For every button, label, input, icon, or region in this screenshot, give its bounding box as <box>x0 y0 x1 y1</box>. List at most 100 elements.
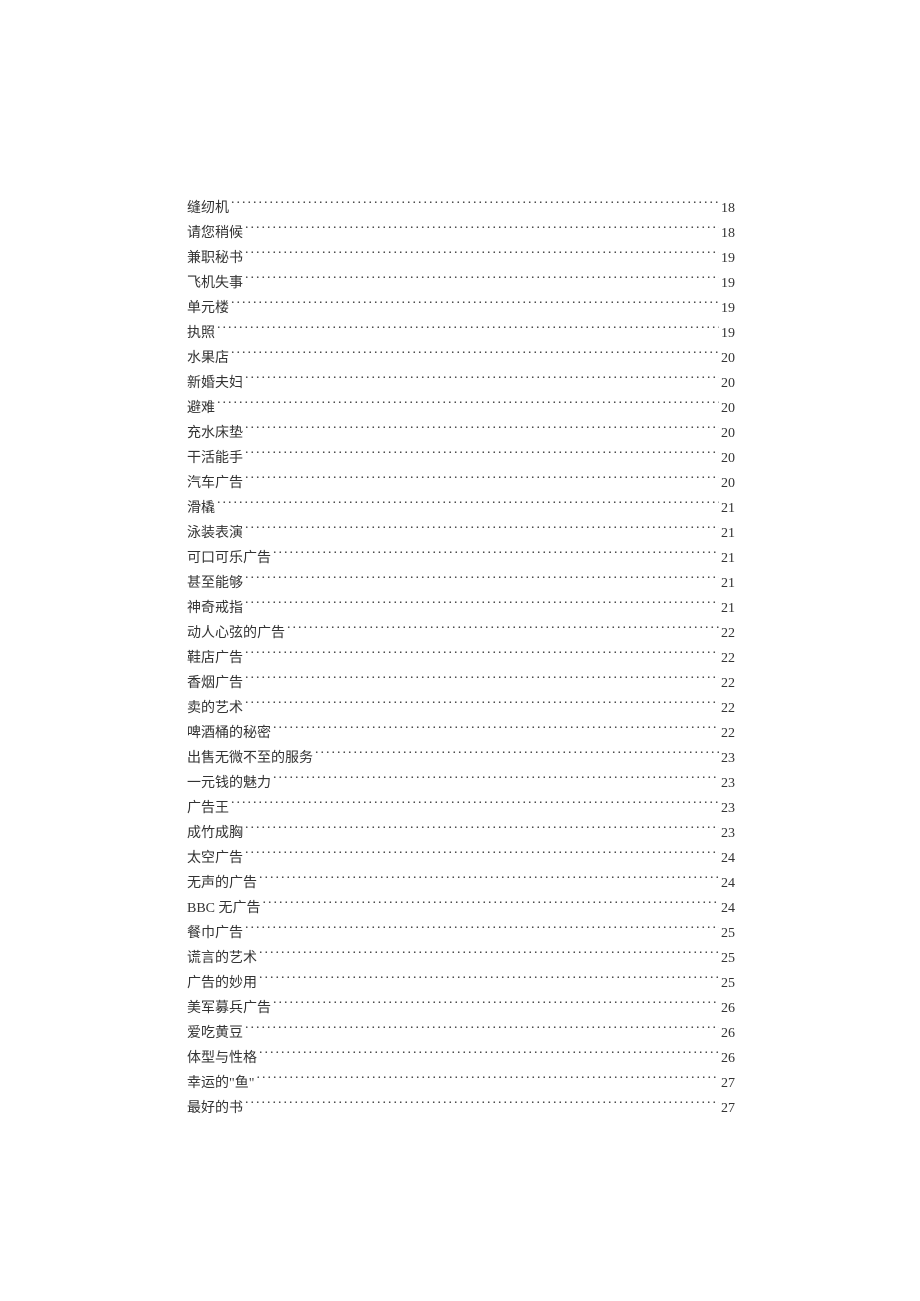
toc-entry: 广告的妙用 25 <box>187 971 735 996</box>
toc-leader-dots <box>245 423 719 437</box>
toc-entry-title: 可口可乐广告 <box>187 546 271 571</box>
toc-leader-dots <box>256 1073 719 1087</box>
toc-entry-page: 25 <box>721 971 735 996</box>
toc-entry-title: 单元楼 <box>187 296 229 321</box>
toc-leader-dots <box>259 948 719 962</box>
toc-entry-page: 26 <box>721 996 735 1021</box>
toc-entry-page: 24 <box>721 896 735 921</box>
toc-entry-title: 香烟广告 <box>187 671 243 696</box>
toc-entry: 甚至能够21 <box>187 571 735 596</box>
toc-entry-page: 22 <box>721 671 735 696</box>
toc-leader-dots <box>273 723 719 737</box>
toc-list: 缝纫机18请您稍候18兼职秘书19飞机失事19单元楼19执照19水果店20新婚夫… <box>187 196 735 1121</box>
toc-entry: 泳装表演 21 <box>187 521 735 546</box>
toc-entry-title: 谎言的艺术 <box>187 946 257 971</box>
toc-leader-dots <box>263 898 719 912</box>
toc-entry: 一元钱的魅力23 <box>187 771 735 796</box>
toc-entry: 卖的艺术22 <box>187 696 735 721</box>
toc-leader-dots <box>231 348 719 362</box>
toc-leader-dots <box>245 823 719 837</box>
toc-entry-title: 啤酒桶的秘密 <box>187 721 271 746</box>
toc-entry-page: 23 <box>721 796 735 821</box>
toc-entry-title: 兼职秘书 <box>187 246 243 271</box>
toc-leader-dots <box>245 923 719 937</box>
toc-entry-title: 动人心弦的广告 <box>187 621 285 646</box>
toc-entry: 出售无微不至的服务23 <box>187 746 735 771</box>
toc-page: 缝纫机18请您稍候18兼职秘书19飞机失事19单元楼19执照19水果店20新婚夫… <box>0 0 920 1121</box>
toc-entry-page: 27 <box>721 1096 735 1121</box>
toc-entry: 餐巾广告25 <box>187 921 735 946</box>
toc-entry-page: 22 <box>721 721 735 746</box>
toc-entry-page: 18 <box>721 196 735 221</box>
toc-leader-dots <box>245 648 719 662</box>
toc-entry-title: 美军募兵广告 <box>187 996 271 1021</box>
toc-entry-title: 体型与性格 <box>187 1046 257 1071</box>
toc-entry-title: 避难 <box>187 396 215 421</box>
toc-entry-page: 24 <box>721 871 735 896</box>
toc-entry-title: 幸运的"鱼" <box>187 1071 254 1096</box>
toc-leader-dots <box>273 773 719 787</box>
toc-entry: 成竹成胸 23 <box>187 821 735 846</box>
toc-leader-dots <box>315 748 719 762</box>
toc-leader-dots <box>259 973 719 987</box>
toc-leader-dots <box>287 623 719 637</box>
toc-entry-page: 22 <box>721 621 735 646</box>
toc-entry-title: 鞋店广告 <box>187 646 243 671</box>
toc-entry-page: 22 <box>721 646 735 671</box>
toc-entry-title: 滑橇 <box>187 496 215 521</box>
toc-entry: 体型与性格26 <box>187 1046 735 1071</box>
toc-entry-title: 最好的书 <box>187 1096 243 1121</box>
toc-entry: 无声的广告 24 <box>187 871 735 896</box>
toc-entry: 谎言的艺术 25 <box>187 946 735 971</box>
toc-entry: 充水床垫20 <box>187 421 735 446</box>
toc-entry-page: 24 <box>721 846 735 871</box>
toc-entry: 最好的书 27 <box>187 1096 735 1121</box>
toc-leader-dots <box>231 798 719 812</box>
toc-entry-title: 神奇戒指 <box>187 596 243 621</box>
toc-entry: 缝纫机 18 <box>187 196 735 221</box>
toc-leader-dots <box>245 598 719 612</box>
toc-entry-title: 甚至能够 <box>187 571 243 596</box>
toc-entry-title: BBC 无广告 <box>187 896 261 921</box>
toc-entry-title: 广告的妙用 <box>187 971 257 996</box>
toc-leader-dots <box>217 323 719 337</box>
toc-entry-page: 25 <box>721 946 735 971</box>
toc-entry: 滑橇21 <box>187 496 735 521</box>
toc-entry-page: 20 <box>721 396 735 421</box>
toc-entry: 干活能手20 <box>187 446 735 471</box>
toc-leader-dots <box>245 448 719 462</box>
toc-leader-dots <box>245 673 719 687</box>
toc-entry-page: 23 <box>721 821 735 846</box>
toc-entry-title: 成竹成胸 <box>187 821 243 846</box>
toc-entry: 执照19 <box>187 321 735 346</box>
toc-entry: 汽车广告 20 <box>187 471 735 496</box>
toc-entry-title: 广告王 <box>187 796 229 821</box>
toc-entry-page: 20 <box>721 446 735 471</box>
toc-entry: 可口可乐广告21 <box>187 546 735 571</box>
toc-entry-page: 21 <box>721 596 735 621</box>
toc-entry-title: 缝纫机 <box>187 196 229 221</box>
toc-entry: 美军募兵广告 26 <box>187 996 735 1021</box>
toc-leader-dots <box>245 848 719 862</box>
toc-entry: 太空广告24 <box>187 846 735 871</box>
toc-leader-dots <box>245 223 719 237</box>
toc-entry: 广告王 23 <box>187 796 735 821</box>
toc-entry-title: 泳装表演 <box>187 521 243 546</box>
toc-leader-dots <box>273 548 719 562</box>
toc-entry-page: 18 <box>721 221 735 246</box>
toc-leader-dots <box>245 573 719 587</box>
toc-entry-page: 21 <box>721 521 735 546</box>
toc-leader-dots <box>245 373 719 387</box>
toc-entry: 幸运的"鱼"27 <box>187 1071 735 1096</box>
toc-entry-page: 20 <box>721 471 735 496</box>
toc-entry-title: 无声的广告 <box>187 871 257 896</box>
toc-entry: BBC 无广告 24 <box>187 896 735 921</box>
toc-entry-title: 飞机失事 <box>187 271 243 296</box>
toc-entry-title: 爱吃黄豆 <box>187 1021 243 1046</box>
toc-entry-title: 汽车广告 <box>187 471 243 496</box>
toc-entry-page: 20 <box>721 421 735 446</box>
toc-entry-page: 20 <box>721 371 735 396</box>
toc-leader-dots <box>245 698 719 712</box>
toc-entry: 请您稍候18 <box>187 221 735 246</box>
toc-leader-dots <box>245 248 719 262</box>
